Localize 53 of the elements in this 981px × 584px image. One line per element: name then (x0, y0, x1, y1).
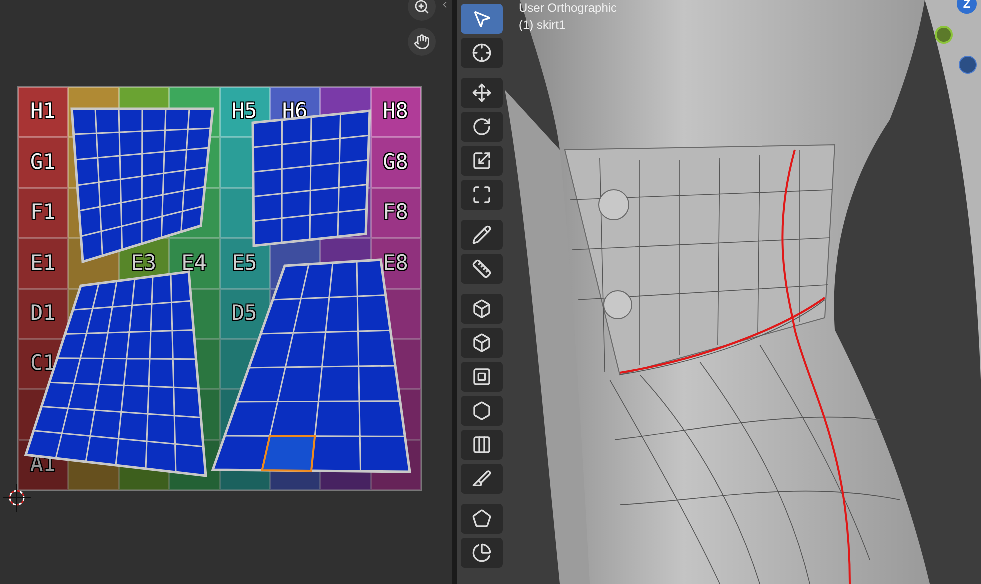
grid-label: D5 (232, 300, 258, 327)
zoom-icon (414, 0, 430, 15)
grid-label: F8 (383, 199, 408, 226)
grid-label: G8 (383, 148, 408, 176)
grid-label: E1 (30, 250, 56, 277)
tool-button[interactable] (461, 254, 503, 284)
tool-button[interactable] (461, 146, 503, 176)
transform-icon (472, 185, 492, 205)
move-icon (472, 83, 492, 103)
crosshair-icon (472, 43, 492, 63)
cube-icon (472, 299, 492, 319)
scale-icon (472, 151, 492, 171)
grid-label: H6 (282, 98, 308, 126)
tool-button[interactable] (461, 38, 503, 68)
hexagon-icon (472, 401, 492, 421)
grid-label: H5 (232, 98, 258, 126)
knife-icon (472, 469, 492, 489)
pentagon-icon (472, 509, 492, 529)
tool-button[interactable] (461, 504, 503, 534)
pencil-icon (472, 225, 492, 245)
columns-icon (472, 435, 492, 455)
inset-square-icon (472, 367, 492, 387)
tool-button[interactable] (461, 112, 503, 142)
tool-button[interactable] (461, 396, 503, 426)
grid-label: G1 (30, 148, 56, 176)
pan-button[interactable] (408, 28, 436, 56)
tool-button[interactable] (461, 180, 503, 210)
cube-icon (472, 333, 492, 353)
hand-icon (414, 34, 430, 50)
grid-label: E5 (232, 250, 258, 277)
tool-button[interactable] (461, 362, 503, 392)
pie-icon (472, 543, 492, 563)
tool-button[interactable] (461, 328, 503, 358)
grid-label: H1 (30, 98, 56, 126)
grid-label: E4 (182, 250, 207, 277)
grid-label: F1 (30, 199, 56, 226)
tool-button[interactable] (461, 294, 503, 324)
grid-label: H8 (383, 98, 408, 126)
grid-label: D1 (30, 300, 56, 327)
tool-button[interactable] (461, 538, 503, 568)
rotate-icon (472, 117, 492, 137)
tool-button[interactable] (461, 4, 503, 34)
grid-label: C1 (30, 350, 56, 378)
tool-button[interactable] (461, 220, 503, 250)
grid-label: E8 (383, 250, 408, 277)
select-tool-icon (472, 9, 492, 29)
tool-button[interactable] (461, 78, 503, 108)
ruler-icon (472, 259, 492, 279)
tool-button[interactable] (461, 430, 503, 460)
tool-button[interactable] (461, 464, 503, 494)
zoom-button[interactable] (408, 0, 436, 21)
object-label-text: (1) skirt1 (519, 17, 567, 34)
grid-label: E3 (131, 250, 157, 277)
